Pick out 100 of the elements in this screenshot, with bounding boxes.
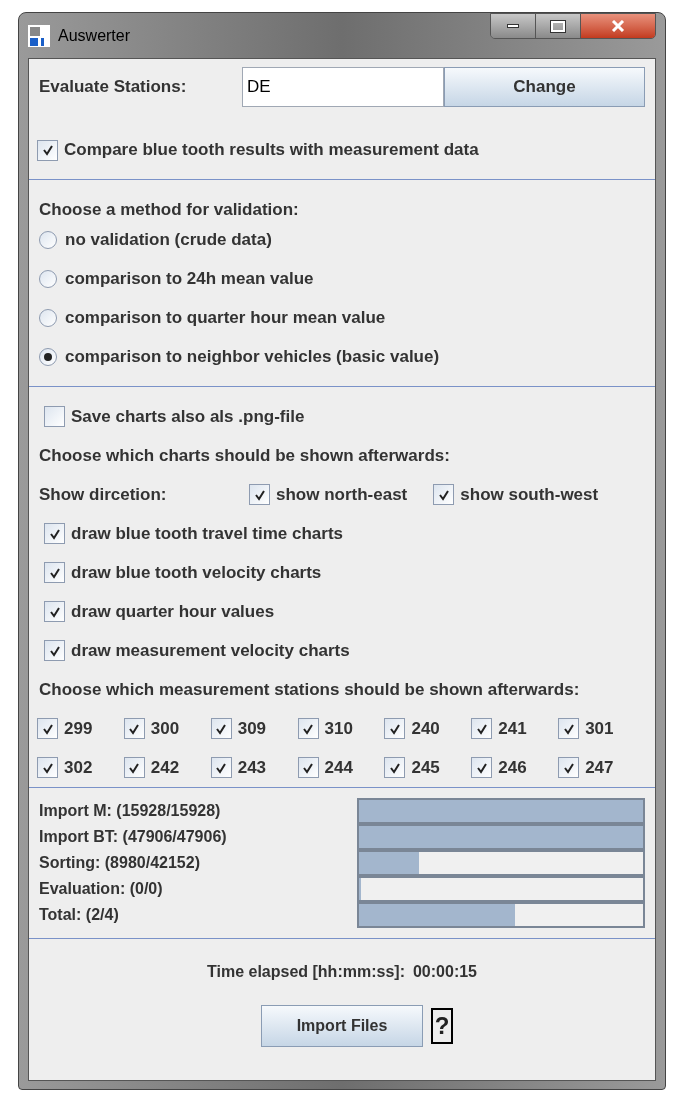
section-heading: Choose which measurement stations should be shown afterwards:: [39, 678, 580, 701]
radio-option[interactable]: comparison to neighbor vehicles (basic value): [39, 337, 645, 376]
help-button[interactable]: ?: [431, 1008, 453, 1044]
chart-checkbox[interactable]: draw quarter hour values: [44, 598, 275, 625]
checkbox[interactable]: [249, 484, 270, 505]
close-icon: [611, 20, 625, 32]
checkmark-icon: [48, 644, 61, 657]
checkmark-icon: [48, 527, 61, 540]
radio-label: no validation (crude data): [65, 228, 272, 251]
checkmark-icon: [48, 566, 61, 579]
checkbox[interactable]: [297, 718, 319, 739]
checkbox[interactable]: [44, 640, 65, 661]
checkbox[interactable]: [44, 601, 65, 622]
checkbox-label: draw blue tooth velocity charts: [71, 561, 322, 584]
checkbox-label: 241: [498, 717, 527, 740]
checkbox-label: 302: [64, 756, 93, 779]
direction-checkbox[interactable]: show north-east: [249, 481, 408, 508]
checkbox[interactable]: [44, 562, 65, 583]
maximize-button[interactable]: [536, 14, 581, 38]
checkbox-label: 242: [150, 756, 180, 779]
window-title: Auswerter: [58, 25, 131, 46]
checkbox[interactable]: [123, 757, 145, 778]
checkbox[interactable]: [433, 484, 455, 505]
checkmark-icon: [302, 761, 315, 774]
station-checkbox[interactable]: 240: [384, 715, 440, 742]
progress-label: Total: (2/4): [39, 905, 119, 925]
station-checkbox[interactable]: 245: [384, 754, 440, 781]
radio-button[interactable]: [39, 230, 57, 249]
station-checkbox[interactable]: 301: [558, 715, 614, 742]
checkmark-icon: [388, 722, 401, 735]
radio-option[interactable]: comparison to 24h mean value: [39, 259, 645, 298]
checkmark-icon: [388, 761, 401, 774]
station-checkbox[interactable]: 242: [123, 754, 180, 781]
checkbox[interactable]: [471, 718, 493, 739]
station-checkbox[interactable]: 299: [37, 715, 93, 742]
station-checkbox[interactable]: 246: [471, 754, 527, 781]
checkbox-label: show north-east: [276, 483, 408, 506]
checkbox-label: 245: [411, 756, 440, 779]
checkbox-label: draw quarter hour values: [71, 600, 275, 623]
station-checkbox[interactable]: 241: [471, 715, 527, 742]
checkmark-icon: [253, 488, 266, 501]
checkmark-icon: [302, 722, 315, 735]
station-checkbox[interactable]: 244: [297, 754, 353, 781]
checkmark-icon: [215, 722, 228, 735]
checkmark-icon: [128, 722, 141, 735]
chart-checkbox[interactable]: draw measurement velocity charts: [44, 637, 350, 664]
direction-checkbox[interactable]: show south-west: [433, 481, 599, 508]
checkbox[interactable]: [210, 718, 232, 739]
section-heading: Choose which charts should be shown afterwards:: [39, 444, 450, 467]
checkbox[interactable]: [558, 757, 580, 778]
import-files-button[interactable]: Import Files: [261, 1005, 423, 1047]
station-checkbox[interactable]: 300: [123, 715, 180, 742]
checkmark-icon: [475, 761, 488, 774]
checkbox-label: 243: [237, 756, 267, 779]
stations-field[interactable]: DE: [241, 67, 444, 107]
radio-button[interactable]: [39, 347, 57, 366]
station-checkbox[interactable]: 310: [297, 715, 353, 742]
checkbox[interactable]: [210, 757, 232, 778]
save-png-checkbox[interactable]: Save charts also als .png-file: [44, 403, 305, 430]
radio-button[interactable]: [39, 269, 57, 288]
close-button[interactable]: [581, 14, 655, 38]
checkmark-icon: [215, 761, 228, 774]
checkbox-label: draw blue tooth travel time charts: [71, 522, 344, 545]
checkbox[interactable]: [44, 406, 65, 427]
station-checkbox[interactable]: 247: [558, 754, 614, 781]
app-icon: [28, 24, 50, 47]
chart-checkbox[interactable]: draw blue tooth travel time charts: [44, 520, 344, 547]
checkbox[interactable]: [37, 718, 58, 739]
change-button[interactable]: Change: [443, 67, 645, 107]
checkbox[interactable]: [123, 718, 145, 739]
checkbox[interactable]: [558, 718, 580, 739]
time-label: Time elapsed [hh:mm:ss]:: [207, 962, 405, 982]
checkbox[interactable]: [471, 757, 493, 778]
checkmark-icon: [475, 722, 488, 735]
radio-option[interactable]: comparison to quarter hour mean value: [39, 298, 645, 337]
compare-checkbox[interactable]: Compare blue tooth results with measurement data: [37, 137, 479, 163]
radio-button[interactable]: [39, 308, 57, 327]
checkbox-label: draw measurement velocity charts: [71, 639, 350, 662]
checkbox-label: Compare blue tooth results with measurement data: [64, 139, 479, 162]
checkbox[interactable]: [384, 718, 406, 739]
progress-label: Sorting: (8980/42152): [39, 853, 200, 873]
chart-checkbox[interactable]: draw blue tooth velocity charts: [44, 559, 322, 586]
checkmark-icon: [437, 488, 450, 501]
station-checkbox[interactable]: 243: [210, 754, 267, 781]
section-heading: Choose a method for validation:: [39, 200, 300, 220]
checkbox[interactable]: [37, 139, 58, 161]
checkbox[interactable]: [384, 757, 406, 778]
checkbox-label: 309: [237, 717, 267, 740]
progress-label: Evaluation: (0/0): [39, 879, 163, 899]
radio-option[interactable]: no validation (crude data): [39, 220, 645, 259]
checkbox[interactable]: [297, 757, 319, 778]
checkmark-icon: [128, 761, 141, 774]
checkmark-icon: [41, 144, 54, 156]
station-checkbox[interactable]: 309: [210, 715, 267, 742]
station-checkbox[interactable]: 302: [37, 754, 93, 781]
checkbox[interactable]: [44, 523, 65, 544]
checkbox-label: 310: [324, 717, 353, 740]
checkbox-label: Save charts also als .png-file: [71, 405, 305, 428]
minimize-button[interactable]: [491, 14, 536, 38]
checkbox[interactable]: [37, 757, 58, 778]
